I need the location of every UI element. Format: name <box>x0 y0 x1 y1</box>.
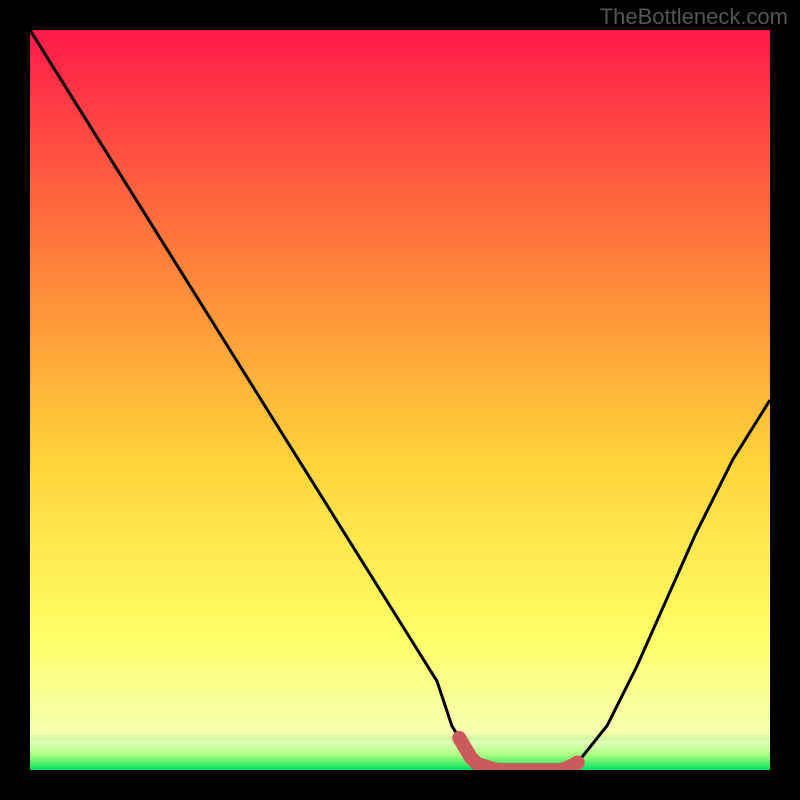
chart-area <box>30 30 770 770</box>
chart-svg <box>30 30 770 770</box>
green-band <box>30 740 770 770</box>
gradient-background <box>30 30 770 770</box>
flat-region-end-dot <box>571 756 585 770</box>
watermark-text: TheBottleneck.com <box>600 4 788 30</box>
